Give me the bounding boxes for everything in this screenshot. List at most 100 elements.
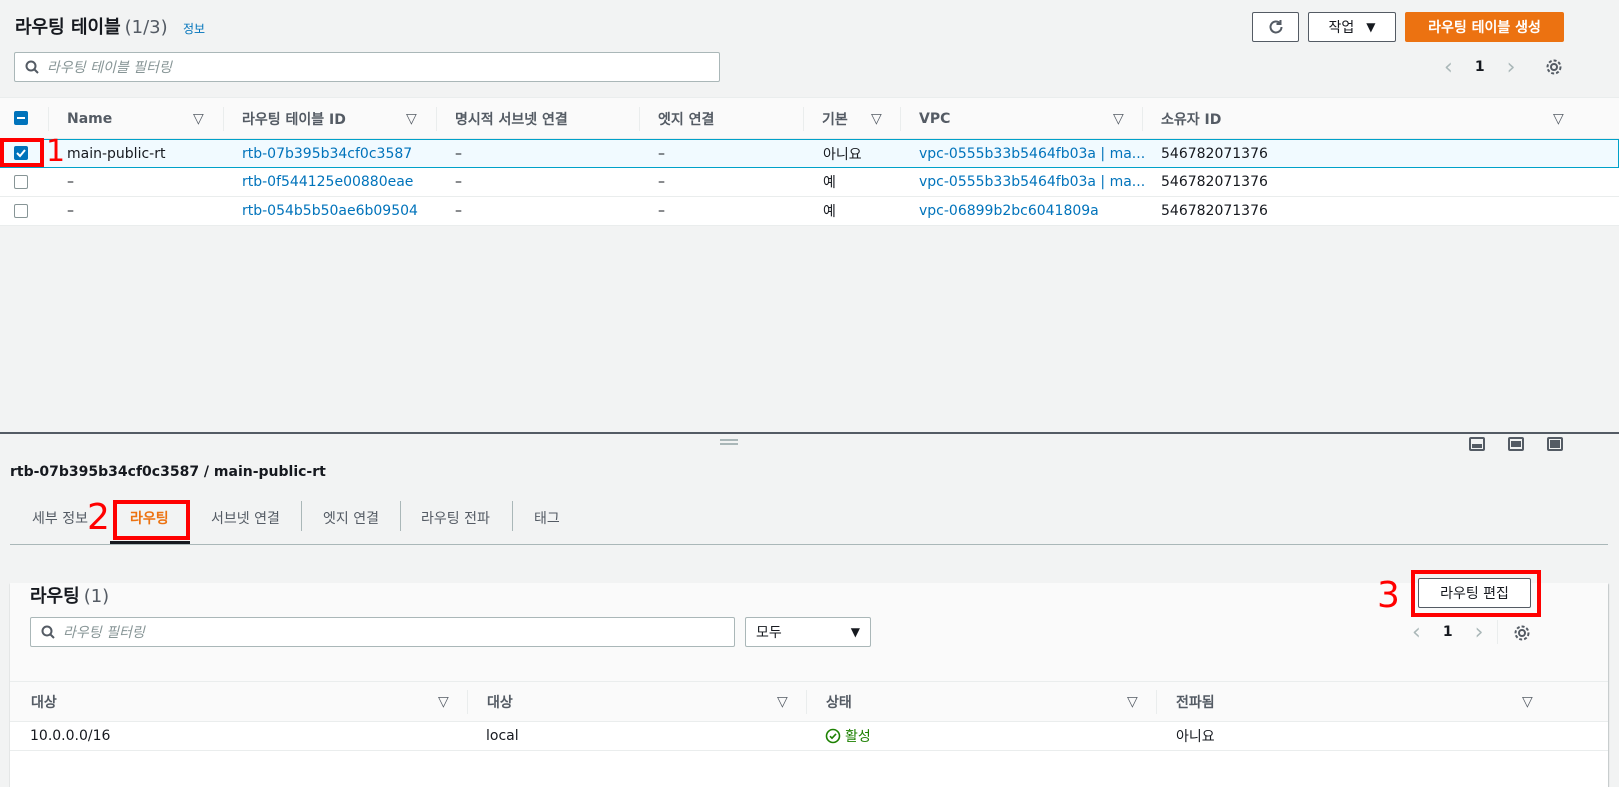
pagination: ‹ 1 › [1412,618,1483,646]
split-view-side-icon[interactable] [1508,437,1524,451]
col-propagated[interactable]: 전파됨 [1176,682,1215,721]
actions-button[interactable]: 작업 ▼ [1308,12,1396,42]
create-route-table-button[interactable]: 라우팅 테이블 생성 [1405,12,1564,42]
row-main: 예 [823,204,836,220]
select-value: 모두 [756,625,782,641]
row-name: – [67,203,74,219]
table-row[interactable]: main-public-rt rtb-07b395b34cf0c3587 – –… [0,139,1619,168]
col-explicit-subnet[interactable]: 명시적 서브넷 연결 [455,98,568,140]
resize-handle-icon[interactable] [720,439,738,445]
col-edge[interactable]: 엣지 연결 [658,98,714,140]
route-table-id-link[interactable]: rtb-07b395b34cf0c3587 [242,140,412,168]
col-target[interactable]: 대상 [487,682,513,721]
settings-gear-icon[interactable] [1545,58,1563,76]
actions-label: 작업 [1328,20,1355,36]
tab-tags[interactable]: 태그 [534,508,560,528]
sort-icon[interactable]: ▽ [1522,682,1533,721]
col-status[interactable]: 상태 [826,682,852,721]
annotation-number-3: 3 [1377,575,1400,616]
row-edge: – [658,203,665,219]
refresh-button[interactable] [1252,12,1299,42]
col-name[interactable]: Name [67,98,112,140]
tab-route-propagation[interactable]: 라우팅 전파 [421,508,490,528]
annotation-box-2 [113,500,190,540]
prev-page-icon[interactable]: ‹ [1412,620,1421,645]
page-title: 라우팅 테이블 (1/3) [15,13,168,39]
routes-table-header: 대상 ▽ 대상 ▽ 상태 ▽ 전파됨 ▽ [10,681,1608,722]
tab-edge-associations[interactable]: 엣지 연결 [323,508,379,528]
routes-filter[interactable]: 라우팅 필터링 [30,617,735,647]
route-filter-select[interactable]: 모두 ▼ [745,617,871,647]
vpc-link[interactable]: vpc-0555b33b5464fb03a | ma... [919,140,1145,168]
sort-icon[interactable]: ▽ [438,682,449,721]
sort-icon[interactable]: ▽ [1553,98,1564,140]
table-row: 10.0.0.0/16 local 활성 아니요 [10,722,1608,751]
col-vpc[interactable]: VPC [919,98,950,140]
row-checkbox[interactable] [14,175,28,189]
routes-panel-title: 라우팅 (1) [30,586,110,607]
filter-placeholder: 라우팅 테이블 필터링 [47,60,172,76]
sort-icon[interactable]: ▽ [406,98,417,140]
tab-subnet-associations[interactable]: 서브넷 연결 [211,508,280,528]
table-row[interactable]: – rtb-054b5b50ae6b09504 – – 예 vpc-06899b… [0,197,1619,226]
sort-icon[interactable]: ▽ [1113,98,1124,140]
sort-icon[interactable]: ▽ [193,98,204,140]
filter-placeholder: 라우팅 필터링 [63,625,145,641]
col-owner-id[interactable]: 소유자 ID [1161,98,1221,140]
route-table-id-link[interactable]: rtb-054b5b50ae6b09504 [242,197,418,225]
settings-gear-icon[interactable] [1513,624,1531,642]
detail-title: rtb-07b395b34cf0c3587 / main-public-rt [10,464,326,480]
tabs-divider [10,544,1608,545]
row-checkbox[interactable] [14,204,28,218]
vpc-link[interactable]: vpc-0555b33b5464fb03a | ma... [919,168,1145,196]
row-edge: – [658,146,665,162]
next-page-icon[interactable]: › [1507,55,1516,80]
caret-down-icon: ▼ [850,625,860,639]
vpc-link[interactable]: vpc-06899b2bc6041809a [919,197,1099,225]
refresh-icon [1269,20,1282,34]
annotation-number-1: 1 [46,134,66,169]
route-table-header: Name ▽ 라우팅 테이블 ID ▽ 명시적 서브넷 연결 엣지 연결 기본 … [0,97,1619,139]
row-subnet: – [455,146,462,162]
info-link[interactable]: 정보 [183,20,205,37]
row-edge: – [658,174,665,190]
route-target: local [486,728,519,744]
search-icon [25,60,39,74]
sort-icon[interactable]: ▽ [777,682,788,721]
col-destination[interactable]: 대상 [31,682,57,721]
caret-down-icon: ▼ [1366,20,1376,34]
select-all-checkbox[interactable] [14,111,28,125]
current-page[interactable]: 1 [1475,59,1485,75]
split-view-bottom-icon[interactable] [1469,437,1485,451]
row-name: main-public-rt [67,146,166,162]
routes-panel: 라우팅 (1) 라우팅 편집 라우팅 필터링 모두 ▼ ‹ 1 › 대상 ▽ 대상… [10,578,1608,787]
table-row[interactable]: – rtb-0f544125e00880eae – – 예 vpc-0555b3… [0,168,1619,197]
col-route-table-id[interactable]: 라우팅 테이블 ID [242,98,346,140]
search-icon [41,625,55,639]
row-owner: 546782071376 [1161,146,1268,162]
route-tables-section: 라우팅 테이블 (1/3) 정보 작업 ▼ 라우팅 테이블 생성 라우팅 테이블 … [0,0,1619,432]
row-subnet: – [455,174,462,190]
route-table-id-link[interactable]: rtb-0f544125e00880eae [242,168,413,196]
page-title-text: 라우팅 테이블 [15,17,121,38]
current-page[interactable]: 1 [1443,624,1453,640]
route-table-filter[interactable]: 라우팅 테이블 필터링 [14,52,720,82]
row-owner: 546782071376 [1161,174,1268,190]
annotation-number-2: 2 [87,497,110,538]
route-status-text: 활성 [845,729,871,745]
sort-icon[interactable]: ▽ [1127,682,1138,721]
prev-page-icon[interactable]: ‹ [1444,55,1453,80]
annotation-box-3 [1411,570,1541,617]
row-owner: 546782071376 [1161,203,1268,219]
next-page-icon[interactable]: › [1475,620,1484,645]
tab-details[interactable]: 세부 정보 [32,508,88,528]
selection-count: (1/3) [124,17,168,38]
row-main: 예 [823,175,836,191]
split-view-full-icon[interactable] [1547,437,1563,451]
row-subnet: – [455,203,462,219]
col-main[interactable]: 기본 [822,98,848,140]
sort-icon[interactable]: ▽ [871,98,882,140]
row-main: 아니요 [823,147,862,163]
route-destination: 10.0.0.0/16 [30,728,111,744]
pagination: ‹ 1 › [1444,53,1515,81]
